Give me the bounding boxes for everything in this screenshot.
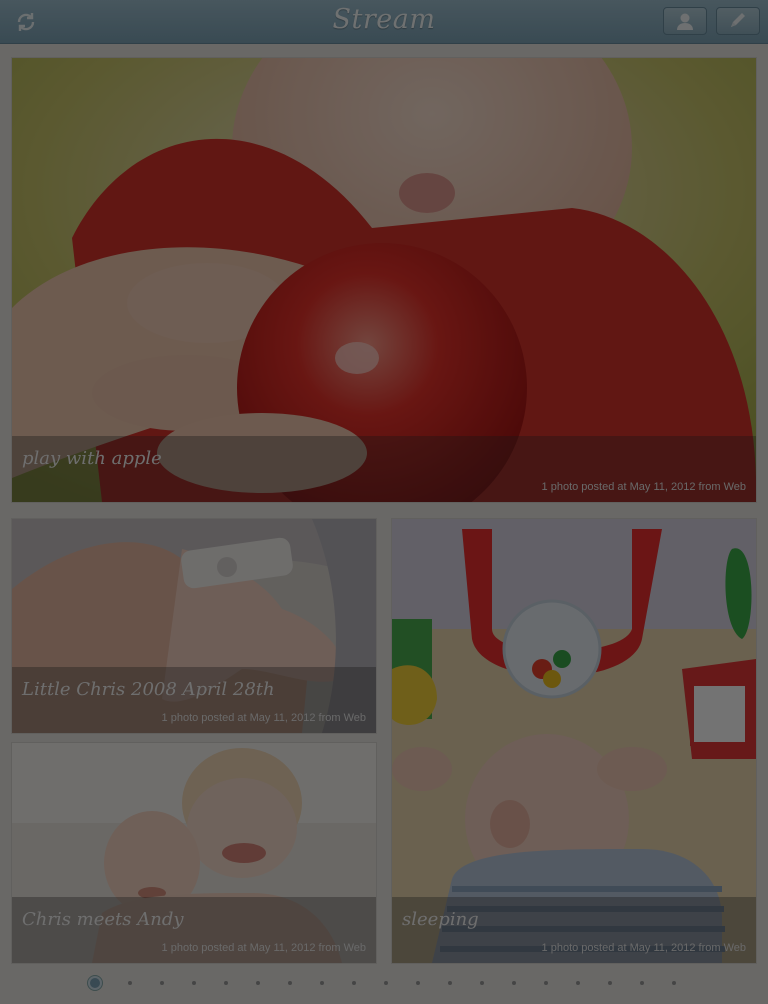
page-dot[interactable] bbox=[256, 981, 260, 985]
page-dot[interactable] bbox=[384, 981, 388, 985]
compose-button[interactable] bbox=[716, 7, 760, 35]
pencil-icon bbox=[728, 12, 748, 30]
page-dot-active[interactable] bbox=[88, 976, 102, 990]
page-dot[interactable] bbox=[480, 981, 484, 985]
page-dot[interactable] bbox=[128, 981, 132, 985]
card-caption: Little Chris 2008 April 28th 1 photo pos… bbox=[12, 667, 376, 733]
card-meta: 1 photo posted at May 11, 2012 from Web bbox=[541, 942, 746, 954]
app-title: Stream bbox=[332, 4, 436, 35]
page-dot[interactable] bbox=[192, 981, 196, 985]
page-dot[interactable] bbox=[416, 981, 420, 985]
stream-card[interactable]: play with apple 1 photo posted at May 11… bbox=[12, 58, 756, 502]
card-title: sleeping bbox=[402, 909, 479, 930]
card-caption: play with apple 1 photo posted at May 11… bbox=[12, 436, 756, 502]
page-dot[interactable] bbox=[352, 981, 356, 985]
stream-card[interactable]: Chris meets Andy 1 photo posted at May 1… bbox=[12, 743, 376, 963]
page-dot[interactable] bbox=[576, 981, 580, 985]
page-dot[interactable] bbox=[288, 981, 292, 985]
card-meta: 1 photo posted at May 11, 2012 from Web bbox=[541, 481, 746, 493]
page-dot[interactable] bbox=[672, 981, 676, 985]
card-caption: sleeping 1 photo posted at May 11, 2012 … bbox=[392, 897, 756, 963]
top-navigation-bar: Stream bbox=[0, 0, 768, 44]
page-dot[interactable] bbox=[640, 981, 644, 985]
profile-button[interactable] bbox=[663, 7, 707, 35]
card-meta: 1 photo posted at May 11, 2012 from Web bbox=[161, 712, 366, 724]
page-dot[interactable] bbox=[544, 981, 548, 985]
page-dot[interactable] bbox=[160, 981, 164, 985]
person-icon bbox=[675, 12, 695, 30]
card-title: play with apple bbox=[22, 448, 162, 469]
card-caption: Chris meets Andy 1 photo posted at May 1… bbox=[12, 897, 376, 963]
page-dot[interactable] bbox=[448, 981, 452, 985]
page-dot[interactable] bbox=[512, 981, 516, 985]
page-dot[interactable] bbox=[320, 981, 324, 985]
stream-card[interactable]: sleeping 1 photo posted at May 11, 2012 … bbox=[392, 519, 756, 963]
page-indicator[interactable] bbox=[84, 972, 684, 994]
card-title: Chris meets Andy bbox=[22, 909, 184, 930]
page-dot[interactable] bbox=[224, 981, 228, 985]
stream-card[interactable]: Little Chris 2008 April 28th 1 photo pos… bbox=[12, 519, 376, 733]
card-title: Little Chris 2008 April 28th bbox=[22, 679, 275, 700]
card-meta: 1 photo posted at May 11, 2012 from Web bbox=[161, 942, 366, 954]
page-dot[interactable] bbox=[608, 981, 612, 985]
